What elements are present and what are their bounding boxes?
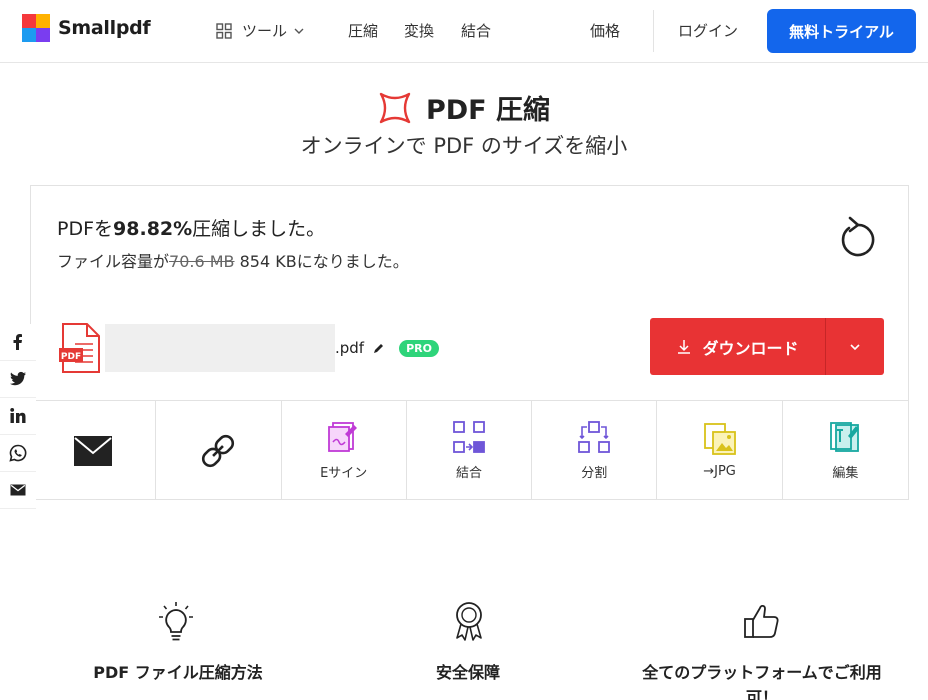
thumbs-up-icon [744,604,779,638]
grid-icon [216,22,232,39]
nav-price[interactable]: 価格 [590,20,620,41]
old-size: 70.6 MB [169,252,235,271]
edit-pdf-icon [830,422,860,452]
page-title: PDF 圧縮 [425,95,551,126]
award-ribbon-icon [456,602,482,641]
download-icon [678,339,691,354]
result-prefix: PDFを [57,218,114,240]
restart-icon[interactable] [837,214,877,258]
twitter-share[interactable] [0,361,36,398]
feature-title-how-to: PDF ファイル圧縮方法 [93,663,263,682]
result-card: PDFを98.82%圧縮しました。 ファイル容量が70.6 MB 854 KBに… [30,185,909,500]
page-subtitle: オンラインで PDF のサイズを縮小 [300,134,628,158]
file-extension[interactable]: .pdf [335,339,364,357]
whatsapp-share[interactable] [0,435,36,472]
chevron-down-icon [850,343,860,350]
envelope-icon [74,435,113,466]
size-prefix: ファイル容量が [57,252,170,271]
social-share-rail [0,324,36,509]
nav-convert[interactable]: 変換 [404,20,434,41]
split-action[interactable]: 分割 [532,401,658,500]
compression-percent: 98.82% [113,218,193,240]
split-label: 分割 [581,466,608,481]
new-size: 854 KB [234,252,297,271]
feature-title-security: 安全保障 [435,663,500,682]
nav-tools-menu[interactable]: ツール [216,20,305,41]
edit-action[interactable]: 編集 [783,401,908,500]
free-trial-button[interactable]: 無料トライアル [767,9,916,53]
nav-merge[interactable]: 結合 [461,20,491,41]
top-header: Smallpdf ツール 圧縮 変換 結合 価格 ログイン 無料トライアル [0,0,928,63]
chevron-down-icon [294,28,304,34]
esign-icon [327,422,357,452]
facebook-icon [13,334,22,350]
to-jpg-action[interactable]: →JPG [657,401,783,500]
email-action[interactable] [31,401,157,500]
file-row: PDF .pdf PRO [59,322,439,374]
split-icon [578,421,611,453]
to-jpg-label: →JPG [703,464,736,479]
nav-compress[interactable]: 圧縮 [348,20,378,41]
pdf-label: PDF [61,352,81,362]
logo-text: Smallpdf [58,17,151,39]
merge-label: 結合 [455,466,482,481]
compression-result: PDFを98.82%圧縮しました。 [57,214,325,241]
compress-icon [379,92,411,123]
pdf-file-icon: PDF [59,323,100,373]
feature-title-platforms: 全てのプラットフォームでご利用 [642,663,882,682]
merge-icon [453,421,485,453]
download-button-group: ダウンロード [650,318,884,375]
esign-label: Eサイン [320,466,368,481]
pro-badge: PRO [399,339,439,357]
result-suffix: 圧縮しました。 [192,218,326,240]
feature-title-platforms-line2: 可！ [745,688,778,700]
edit-label: 編集 [832,466,859,481]
facebook-share[interactable] [0,324,36,361]
download-options-button[interactable] [826,318,884,375]
envelope-icon [10,484,26,496]
login-link[interactable]: ログイン [678,20,738,41]
whatsapp-icon [9,444,27,462]
file-name-redacted [105,324,335,372]
size-change: ファイル容量が70.6 MB 854 KBになりました。 [57,248,409,272]
pencil-icon[interactable] [372,342,385,355]
page-title-row: PDF 圧縮 [0,88,928,127]
twitter-icon [10,371,26,386]
link-icon [202,434,235,467]
share-link-action[interactable] [156,401,282,500]
lightbulb-icon [159,602,193,641]
nav-tools-label: ツール [242,22,288,40]
email-share[interactable] [0,472,36,509]
image-convert-icon [703,423,736,455]
header-divider [653,10,654,52]
download-button[interactable]: ダウンロード [650,318,826,375]
size-suffix: になりました。 [296,252,409,271]
esign-action[interactable]: Eサイン [282,401,407,500]
linkedin-share[interactable] [0,398,36,435]
download-label: ダウンロード [702,338,799,358]
smallpdf-logo[interactable]: Smallpdf [22,14,151,42]
linkedin-icon [10,408,26,423]
merge-action[interactable]: 結合 [407,401,533,500]
smallpdf-logo-icon [22,14,50,42]
action-toolbar: Eサイン 結合 分割 →JPG 編集 [31,400,908,500]
